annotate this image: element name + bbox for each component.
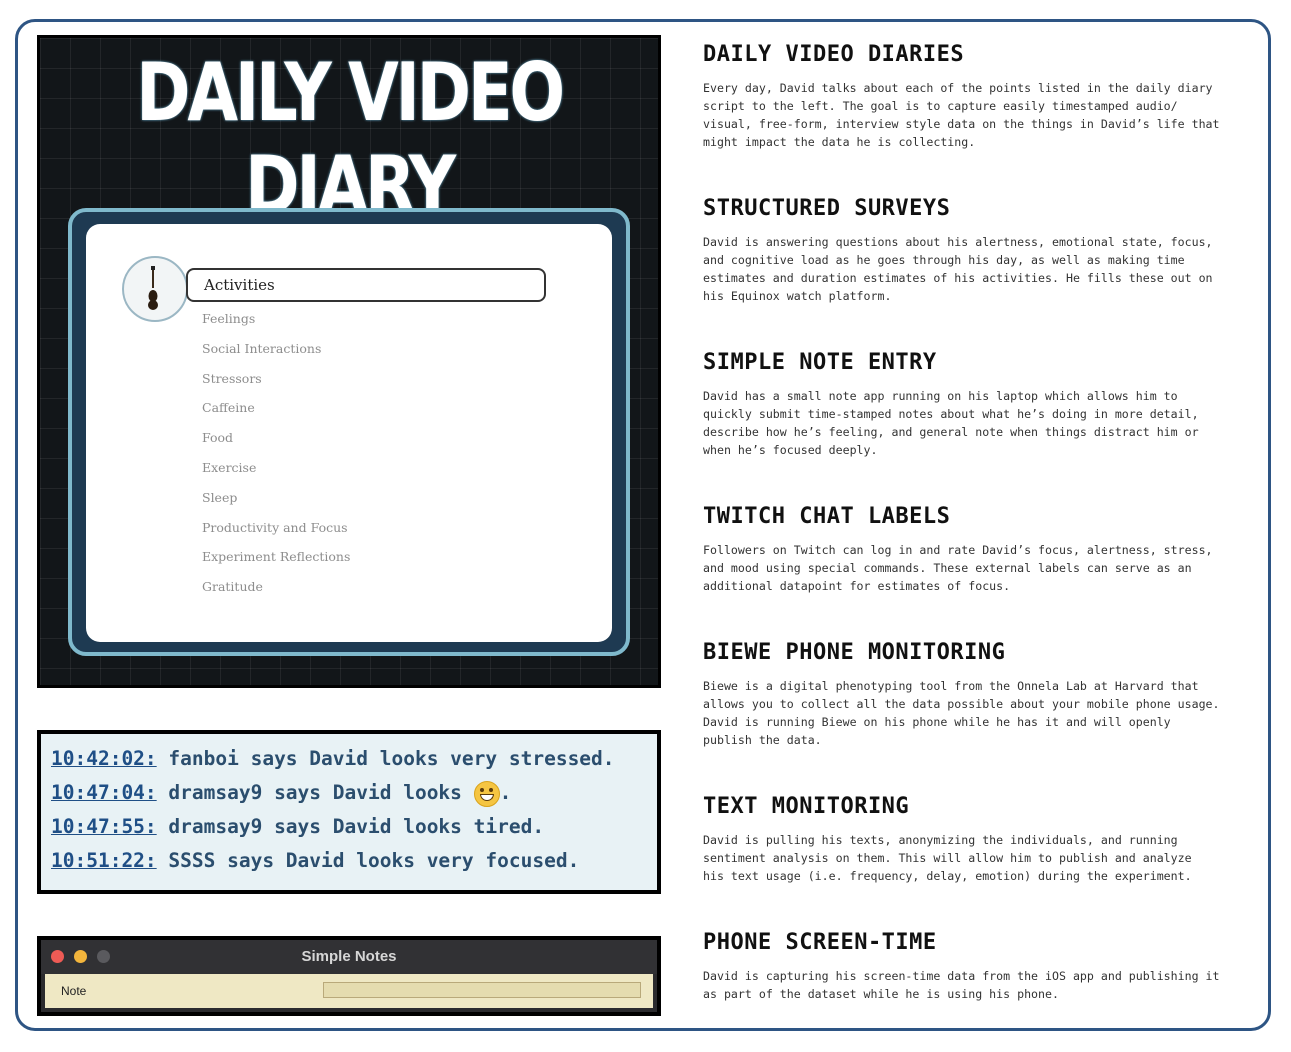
diary-item[interactable]: Food <box>202 429 350 459</box>
chat-timestamp-link[interactable]: 10:47:04: <box>51 781 157 804</box>
section-text-monitoring: TEXT MONITORING David is pulling his tex… <box>703 794 1263 885</box>
note-label: Note <box>61 984 87 998</box>
window-title: Simple Notes <box>301 948 397 965</box>
section-body: Biewe is a digital phenotyping tool from… <box>703 679 1220 747</box>
section-simple-note-entry: SIMPLE NOTE ENTRY David has a small note… <box>703 350 1263 459</box>
twitch-chat-panel: 10:42:02: fanboi says David looks very s… <box>37 730 661 894</box>
diary-item[interactable]: Feelings <box>202 310 350 340</box>
grinning-face-icon <box>473 780 500 807</box>
section-heading: PHONE SCREEN-TIME <box>703 930 937 955</box>
section-heading: SIMPLE NOTE ENTRY <box>703 350 937 375</box>
diary-card: Activities Feelings Social Interactions … <box>86 224 612 642</box>
chat-line: 10:47:55: dramsay9 says David looks tire… <box>51 810 647 844</box>
diary-item[interactable]: Experiment Reflections <box>202 548 350 578</box>
diary-item[interactable]: Social Interactions <box>202 340 350 370</box>
section-heading: STRUCTURED SURVEYS <box>703 196 951 221</box>
chat-timestamp-link[interactable]: 10:47:55: <box>51 815 157 838</box>
chat-message: dramsay9 says David looks <box>156 781 474 804</box>
diary-item[interactable]: Stressors <box>202 370 350 400</box>
chat-timestamp-link[interactable]: 10:42:02: <box>51 747 157 770</box>
section-heading: TWITCH CHAT LABELS <box>703 504 951 529</box>
section-body: David is pulling his texts, anonymizing … <box>703 833 1192 883</box>
section-body: David is answering questions about his a… <box>703 235 1213 303</box>
diary-title: DAILY VIDEO DIARY <box>136 46 565 232</box>
chat-line: 10:42:02: fanboi says David looks very s… <box>51 742 647 776</box>
section-twitch-chat-labels: TWITCH CHAT LABELS Followers on Twitch c… <box>703 504 1263 595</box>
diary-item[interactable]: Caffeine <box>202 399 350 429</box>
section-body: David has a small note app running on hi… <box>703 389 1199 457</box>
chat-timestamp-link[interactable]: 10:51:22: <box>51 849 157 872</box>
section-heading: DAILY VIDEO DIARIES <box>703 42 965 67</box>
section-daily-video-diaries: DAILY VIDEO DIARIES Every day, David tal… <box>703 42 1263 151</box>
section-body: David is capturing his screen-time data … <box>703 969 1220 1001</box>
chat-message: dramsay9 says David looks tired. <box>156 815 545 838</box>
section-body: Every day, David talks about each of the… <box>703 81 1220 149</box>
chat-message-end: . <box>499 781 512 804</box>
section-biewe-phone-monitoring: BIEWE PHONE MONITORING Biewe is a digita… <box>703 640 1263 749</box>
section-structured-surveys: STRUCTURED SURVEYS David is answering qu… <box>703 196 1263 305</box>
diary-item-active-label: Activities <box>204 276 275 294</box>
chat-line: 10:51:22: SSSS says David looks very foc… <box>51 844 647 878</box>
section-phone-screen-time: PHONE SCREEN-TIME David is capturing his… <box>703 930 1263 1003</box>
section-heading: TEXT MONITORING <box>703 794 910 819</box>
window-titlebar[interactable]: Simple Notes <box>41 940 657 974</box>
diary-card-frame: Activities Feelings Social Interactions … <box>68 208 630 656</box>
chat-message: SSSS says David looks very focused. <box>156 849 580 872</box>
diary-item-list: Feelings Social Interactions Stressors C… <box>202 310 350 608</box>
chat-message: fanboi says David looks very stressed. <box>156 747 615 770</box>
diary-item[interactable]: Productivity and Focus <box>202 519 350 549</box>
daily-video-diary-panel: DAILY VIDEO DIARY Activities Feelings So… <box>37 35 661 688</box>
notes-body: Note <box>45 974 653 1008</box>
diary-item[interactable]: Sleep <box>202 489 350 519</box>
note-input[interactable] <box>323 982 641 998</box>
section-heading: BIEWE PHONE MONITORING <box>703 640 1006 665</box>
section-body: Followers on Twitch can log in and rate … <box>703 543 1213 593</box>
avatar <box>122 256 188 322</box>
diary-item[interactable]: Exercise <box>202 459 350 489</box>
diary-item[interactable]: Gratitude <box>202 578 350 608</box>
guitar-icon <box>148 266 158 310</box>
chat-line: 10:47:04: dramsay9 says David looks . <box>51 776 647 810</box>
diary-item-active[interactable]: Activities <box>186 268 546 302</box>
simple-notes-window: Simple Notes Note <box>37 936 661 1016</box>
